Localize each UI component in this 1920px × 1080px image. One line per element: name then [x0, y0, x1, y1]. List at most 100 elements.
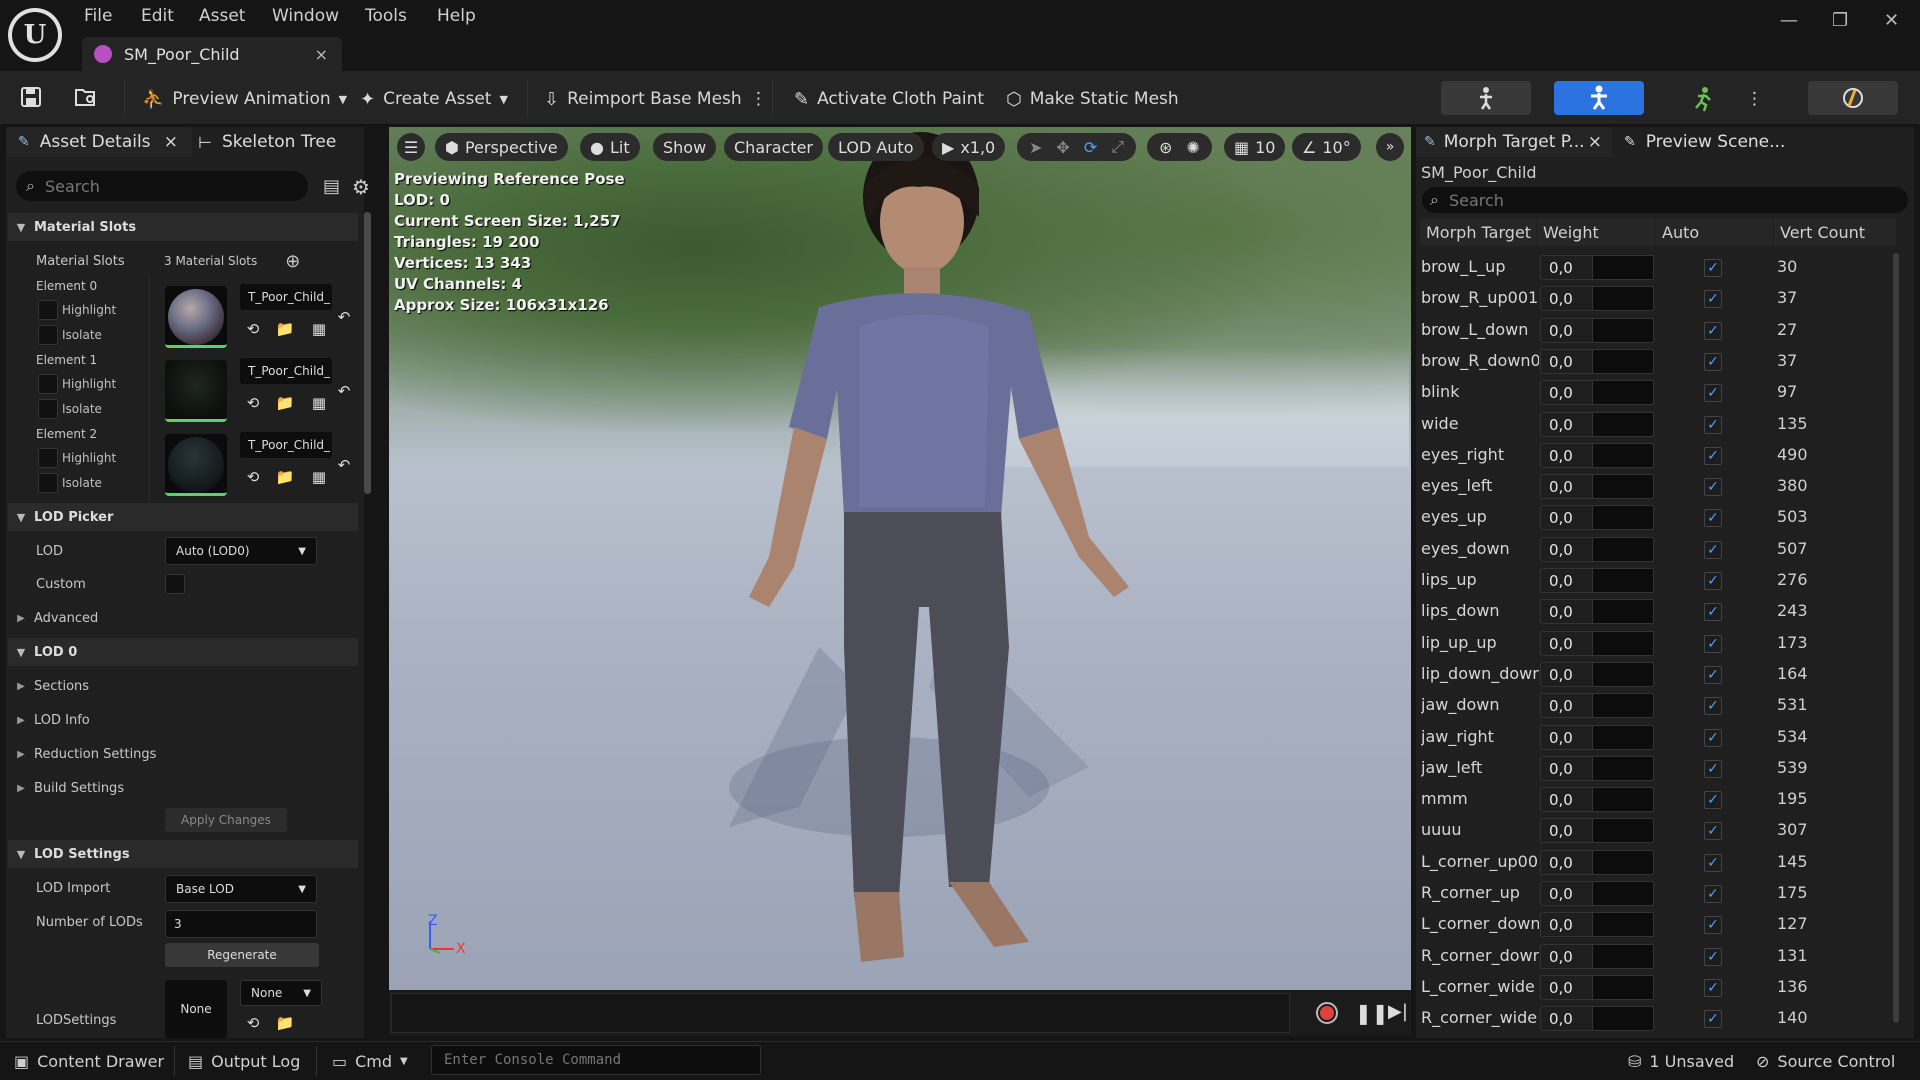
- reimport-base-mesh-button[interactable]: ⇩ Reimport Base Mesh: [544, 86, 742, 112]
- regenerate-button[interactable]: Regenerate: [165, 943, 319, 967]
- morph-weight-slider[interactable]: 0,0: [1540, 537, 1654, 562]
- auto-checkbox[interactable]: ✓: [1704, 447, 1722, 465]
- category-material-slots[interactable]: ▼ Material Slots: [8, 213, 358, 241]
- morph-weight-slider[interactable]: 0,0: [1540, 944, 1654, 969]
- menu-asset[interactable]: Asset: [199, 6, 245, 26]
- category-lod-picker[interactable]: ▼ LOD Picker: [8, 503, 358, 531]
- morph-weight-slider[interactable]: 0,0: [1540, 474, 1654, 499]
- lod-dropdown[interactable]: Auto (LOD0) ▼: [165, 537, 317, 565]
- reduction-settings-expander[interactable]: ▶ Reduction Settings: [8, 739, 358, 769]
- morph-weight-slider[interactable]: 0,0: [1540, 412, 1654, 437]
- column-header-vert-count[interactable]: Vert Count: [1774, 218, 1896, 246]
- browse-asset-icon[interactable]: [74, 86, 98, 108]
- tab-close-icon[interactable]: ×: [1588, 132, 1602, 152]
- animation-mode-icon[interactable]: [1690, 86, 1716, 112]
- morph-weight-slider[interactable]: 0,0: [1540, 725, 1654, 750]
- morph-weight-slider[interactable]: 0,0: [1540, 818, 1654, 843]
- record-button[interactable]: [1316, 1002, 1338, 1024]
- cmd-dropdown[interactable]: ▭ Cmd ▼: [332, 1049, 408, 1073]
- number-of-lods-field[interactable]: 3: [165, 910, 317, 938]
- morph-weight-slider[interactable]: 0,0: [1540, 850, 1654, 875]
- morph-weight-slider[interactable]: 0,0: [1540, 599, 1654, 624]
- custom-checkbox[interactable]: [165, 574, 185, 594]
- auto-checkbox[interactable]: ✓: [1704, 760, 1722, 778]
- use-selected-icon[interactable]: ⟲: [242, 318, 264, 340]
- gear-icon[interactable]: ⚙: [352, 175, 370, 199]
- table-view-icon[interactable]: ▤: [323, 176, 340, 197]
- unreal-logo-icon[interactable]: U: [8, 8, 62, 62]
- playback-speed-button[interactable]: ▶ x1,0: [932, 133, 1006, 161]
- auto-checkbox[interactable]: ✓: [1704, 290, 1722, 308]
- auto-checkbox[interactable]: ✓: [1704, 1010, 1722, 1028]
- lod-settings-dropdown[interactable]: None ▼: [240, 980, 322, 1006]
- output-log-button[interactable]: ▤ Output Log: [188, 1049, 300, 1073]
- close-window-icon[interactable]: ✕: [1884, 10, 1899, 31]
- category-lod-0[interactable]: ▼ LOD 0: [8, 638, 358, 666]
- auto-checkbox[interactable]: ✓: [1704, 572, 1722, 590]
- browse-folder-icon[interactable]: 📁: [274, 318, 296, 340]
- column-header-weight[interactable]: Weight: [1537, 218, 1655, 246]
- morph-weight-slider[interactable]: 0,0: [1540, 505, 1654, 530]
- grid-snap-button[interactable]: ▦ 10: [1224, 133, 1286, 161]
- auto-checkbox[interactable]: ✓: [1704, 384, 1722, 402]
- mesh-mode-button[interactable]: [1554, 81, 1644, 115]
- add-material-slot-icon[interactable]: ⊕: [285, 251, 300, 272]
- minimize-icon[interactable]: —: [1780, 10, 1798, 31]
- auto-checkbox[interactable]: ✓: [1704, 322, 1722, 340]
- timeline-bar[interactable]: [391, 993, 1290, 1033]
- menu-edit[interactable]: Edit: [141, 6, 174, 26]
- auto-checkbox[interactable]: ✓: [1704, 416, 1722, 434]
- material-thumbnail[interactable]: [165, 360, 227, 422]
- auto-checkbox[interactable]: ✓: [1704, 541, 1722, 559]
- menu-window[interactable]: Window: [272, 6, 339, 26]
- mode-options-icon[interactable]: ⋮: [1746, 86, 1763, 112]
- advanced-expander[interactable]: ▶ Advanced: [8, 603, 358, 633]
- morph-weight-slider[interactable]: 0,0: [1540, 881, 1654, 906]
- angle-snap-button[interactable]: ∠ 10°: [1292, 133, 1361, 161]
- more-options-icon[interactable]: ⋮: [750, 86, 767, 112]
- auto-checkbox[interactable]: ✓: [1704, 697, 1722, 715]
- apply-changes-button[interactable]: Apply Changes: [165, 808, 287, 832]
- restore-icon[interactable]: ❐: [1832, 10, 1848, 31]
- details-search-input[interactable]: ⌕ Search: [16, 171, 308, 201]
- tab-skeleton-tree[interactable]: ⊢ Skeleton Tree: [198, 127, 348, 157]
- preview-animation-button[interactable]: ⛹ Preview Animation ▼: [142, 86, 347, 112]
- material-name-field[interactable]: T_Poor_Child_: [240, 284, 332, 310]
- auto-checkbox[interactable]: ✓: [1704, 353, 1722, 371]
- move-icon[interactable]: ✥: [1056, 138, 1069, 157]
- column-header-morph-target[interactable]: Morph Target: [1420, 218, 1536, 246]
- auto-checkbox[interactable]: ✓: [1704, 916, 1722, 934]
- scale-icon[interactable]: ⤢: [1111, 137, 1124, 157]
- auto-checkbox[interactable]: ✓: [1704, 979, 1722, 997]
- auto-checkbox[interactable]: ✓: [1704, 259, 1722, 277]
- tab-close-icon[interactable]: ×: [164, 132, 178, 152]
- show-button[interactable]: Show: [653, 133, 717, 161]
- sections-expander[interactable]: ▶ Sections: [8, 671, 358, 701]
- lod-import-dropdown[interactable]: Base LOD ▼: [165, 875, 317, 903]
- morph-weight-slider[interactable]: 0,0: [1540, 693, 1654, 718]
- highlight-checkbox[interactable]: [38, 300, 58, 320]
- unsaved-button[interactable]: ⛁ 1 Unsaved: [1628, 1049, 1734, 1073]
- source-control-button[interactable]: ⊘ Source Control: [1756, 1049, 1895, 1073]
- rotate-icon[interactable]: ⟳: [1084, 138, 1097, 157]
- morph-weight-slider[interactable]: 0,0: [1540, 318, 1654, 343]
- auto-checkbox[interactable]: ✓: [1704, 478, 1722, 496]
- morph-weight-slider[interactable]: 0,0: [1540, 756, 1654, 781]
- morph-weight-slider[interactable]: 0,0: [1540, 1006, 1654, 1031]
- skeleton-mode-button[interactable]: [1441, 81, 1531, 115]
- auto-checkbox[interactable]: ✓: [1704, 729, 1722, 747]
- highlight-checkbox[interactable]: [38, 374, 58, 394]
- reset-arrow-icon[interactable]: ↶: [333, 454, 355, 476]
- document-tab-close-icon[interactable]: ×: [315, 45, 328, 64]
- isolate-checkbox[interactable]: [38, 399, 58, 419]
- reset-arrow-icon[interactable]: ↶: [333, 306, 355, 328]
- isolate-checkbox[interactable]: [38, 325, 58, 345]
- make-static-mesh-button[interactable]: ⬡ Make Static Mesh: [1006, 86, 1179, 112]
- surface-snap-icon[interactable]: ✺: [1186, 138, 1199, 157]
- lod-settings-thumbnail[interactable]: None: [165, 980, 227, 1038]
- checker-icon[interactable]: ▦: [308, 466, 330, 488]
- mesh-viewport[interactable]: [389, 127, 1411, 990]
- character-button[interactable]: Character: [724, 133, 823, 161]
- tab-preview-scene[interactable]: ✎ Preview Scene...: [1624, 127, 1794, 157]
- column-header-auto[interactable]: Auto: [1656, 218, 1773, 246]
